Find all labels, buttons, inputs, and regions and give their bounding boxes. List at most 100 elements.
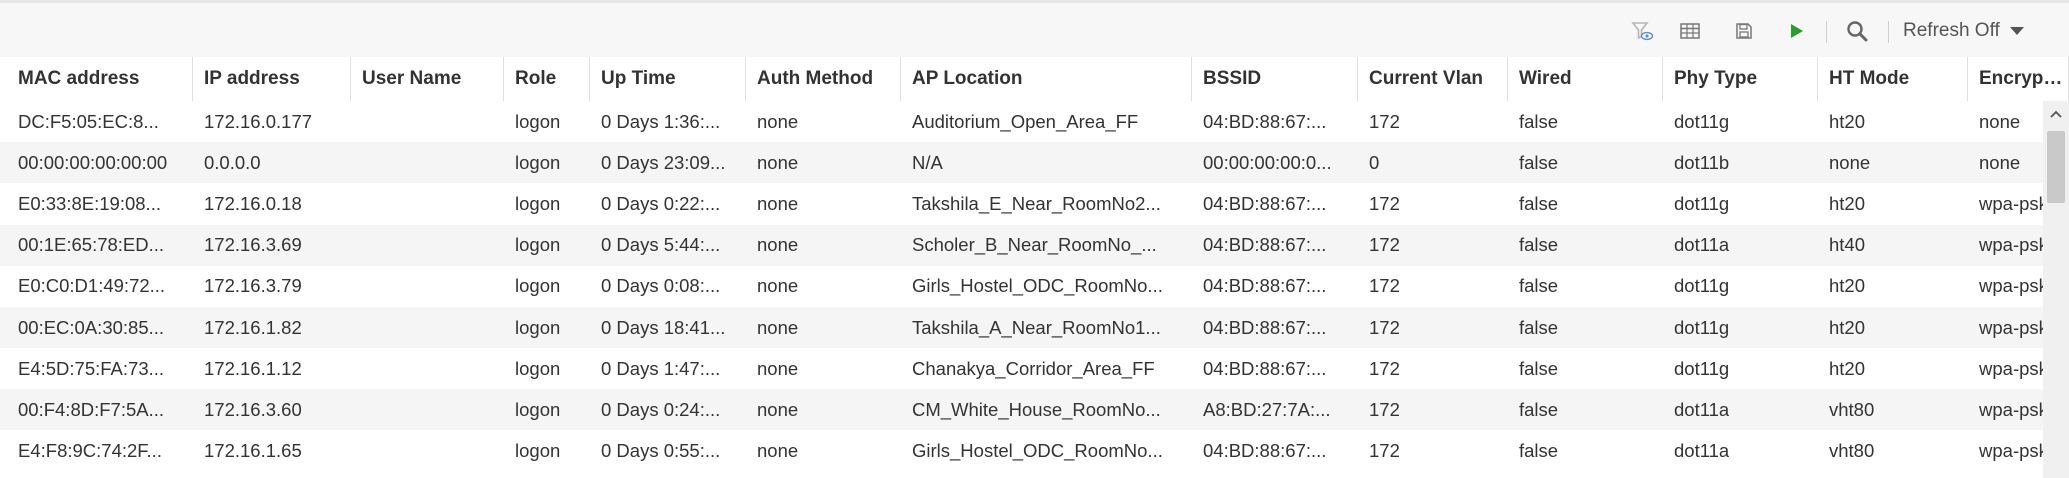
- cell-wired: false: [1508, 431, 1663, 472]
- column-header-label: Auth Method: [757, 68, 874, 89]
- cell-phy-type: dot11g: [1663, 183, 1818, 224]
- cell-value: dot11g: [1674, 192, 1730, 214]
- cell-mac-address: E4:F8:9C:74:2F...: [7, 431, 193, 472]
- cell-value: 172.16.0.18: [204, 192, 302, 214]
- search-icon[interactable]: [1843, 17, 1871, 45]
- cell-wired: false: [1508, 348, 1663, 389]
- table-row[interactable]: 00:F4:8D:F7:5A... 172.16.3.60 logon 0 Days …: [0, 389, 2069, 431]
- cell-bssid: 04:BD:88:67:...: [1192, 266, 1358, 307]
- column-header-current-vlan[interactable]: Current Vlan: [1358, 57, 1508, 101]
- column-header-auth-method[interactable]: Auth Method: [746, 57, 901, 101]
- cell-value: N/A: [912, 151, 943, 173]
- cell-ap-location: Chanakya_Corridor_Area_FF: [901, 348, 1192, 389]
- table-row[interactable]: E4:5D:75:FA:73... 172.16.1.12 logon 0 Days …: [0, 348, 2069, 390]
- scrollbar-thumb[interactable]: [2047, 131, 2065, 203]
- cell-value: Auditorium_Open_Area_FF: [912, 110, 1139, 132]
- column-header-label: HT Mode: [1829, 68, 1910, 89]
- vertical-scrollbar[interactable]: [2043, 101, 2069, 478]
- column-header-bssid[interactable]: BSSID: [1192, 57, 1358, 101]
- cell-ap-location: Auditorium_Open_Area_FF: [901, 101, 1192, 142]
- column-header-ip-address[interactable]: IP address: [193, 57, 351, 101]
- scroll-up-icon[interactable]: [2043, 101, 2069, 127]
- cell-ip-address: 172.16.0.177: [193, 101, 351, 142]
- chevron-down-icon: [2009, 27, 2024, 35]
- filter-visibility-icon[interactable]: [1628, 17, 1656, 45]
- cell-value: 00:00:00:00:0...: [1203, 151, 1332, 173]
- column-header-ap-location[interactable]: AP Location: [901, 57, 1192, 101]
- cell-current-vlan: 172: [1358, 389, 1508, 430]
- cell-value: ht20: [1829, 192, 1866, 214]
- table-row[interactable]: DC:F5:05:EC:8... 172.16.0.177 logon 0 Days …: [0, 101, 2069, 142]
- column-header-label: MAC address: [18, 68, 140, 89]
- column-header-encryption[interactable]: Encryption: [1968, 57, 2069, 101]
- cell-user-name: [351, 266, 504, 307]
- column-header-user-name[interactable]: User Name: [351, 57, 504, 101]
- column-header-label: AP Location: [912, 68, 1023, 89]
- cell-user-name: [351, 225, 504, 266]
- cell-value: logon: [515, 110, 561, 132]
- cell-value: none: [757, 110, 799, 132]
- cell-user-name: [351, 142, 504, 183]
- cell-phy-type: dot11g: [1663, 266, 1818, 307]
- cell-up-time: 0 Days 0:08:...: [590, 266, 746, 307]
- cell-value: E0:C0:D1:49:72...: [18, 275, 166, 297]
- cell-value: false: [1519, 275, 1559, 297]
- table-row[interactable]: 00:EC:0A:30:85... 172.16.1.82 logon 0 Days …: [0, 307, 2069, 348]
- cell-value: dot11g: [1674, 357, 1730, 379]
- cell-phy-type: dot11a: [1663, 431, 1818, 472]
- cell-value: logon: [515, 275, 561, 297]
- cell-mac-address: E0:33:8E:19:08...: [7, 183, 193, 224]
- column-header-label: User Name: [362, 68, 462, 89]
- cell-current-vlan: 172: [1358, 225, 1508, 266]
- cell-bssid: 04:BD:88:67:...: [1192, 307, 1358, 348]
- cell-mac-address: E0:C0:D1:49:72...: [7, 266, 193, 307]
- cell-value: 0 Days 0:08:...: [601, 275, 721, 297]
- column-header-role[interactable]: Role: [504, 57, 590, 101]
- cell-mac-address: 00:F4:8D:F7:5A...: [7, 389, 193, 430]
- cell-value: 172.16.1.65: [204, 440, 302, 462]
- cell-value: wpa-psk: [1979, 316, 2048, 338]
- cell-phy-type: dot11g: [1663, 307, 1818, 348]
- cell-ap-location: Scholer_B_Near_RoomNo_...: [901, 225, 1192, 266]
- table-row[interactable]: E4:F8:9C:74:2F... 172.16.1.65 logon 0 Days …: [0, 430, 2069, 472]
- column-header-up-time[interactable]: Up Time: [590, 57, 746, 101]
- cell-value: Girls_Hostel_ODC_RoomNo...: [912, 440, 1163, 462]
- cell-value: vht80: [1829, 440, 1875, 462]
- cell-value: 172: [1369, 398, 1400, 420]
- cell-value: 172: [1369, 357, 1400, 379]
- columns-grid-icon[interactable]: [1676, 17, 1704, 45]
- cell-phy-type: dot11a: [1663, 389, 1818, 430]
- cell-role: logon: [504, 266, 590, 307]
- cell-wired: false: [1508, 266, 1663, 307]
- cell-value: 172.16.1.82: [204, 316, 302, 338]
- cell-value: 04:BD:88:67:...: [1203, 357, 1327, 379]
- save-disk-icon[interactable]: [1730, 17, 1758, 45]
- cell-ht-mode: vht80: [1818, 389, 1968, 430]
- cell-value: logon: [515, 398, 561, 420]
- table-row[interactable]: E0:C0:D1:49:72... 172.16.3.79 logon 0 Days …: [0, 265, 2069, 307]
- column-header-mac-address[interactable]: MAC address: [7, 57, 193, 101]
- table-row[interactable]: 00:00:00:00:00:00 0.0.0.0 logon 0 Days 23:0…: [0, 142, 2069, 184]
- cell-ht-mode: ht40: [1818, 225, 1968, 266]
- cell-value: dot11a: [1674, 234, 1730, 256]
- cell-ip-address: 172.16.1.12: [193, 348, 351, 389]
- column-header-ht-mode[interactable]: HT Mode: [1818, 57, 1968, 101]
- cell-value: 04:BD:88:67:...: [1203, 440, 1327, 462]
- column-header-label: Wired: [1519, 68, 1572, 89]
- cell-value: wpa-psk: [1979, 398, 2048, 420]
- cell-ht-mode: none: [1818, 142, 1968, 183]
- cell-value: ht20: [1829, 316, 1866, 338]
- cell-auth-method: none: [746, 266, 901, 307]
- table-row[interactable]: E0:33:8E:19:08... 172.16.0.18 logon 0 Days …: [0, 183, 2069, 225]
- table-row[interactable]: 00:1E:65:78:ED... 172.16.3.69 logon 0 Days …: [0, 224, 2069, 266]
- cell-value: false: [1519, 357, 1559, 379]
- cell-value: 0 Days 5:44:...: [601, 234, 721, 256]
- cell-bssid: 04:BD:88:67:...: [1192, 225, 1358, 266]
- column-header-phy-type[interactable]: Phy Type: [1663, 57, 1818, 101]
- cell-value: none: [1979, 110, 2021, 132]
- refresh-dropdown[interactable]: Refresh Off: [1903, 17, 2024, 45]
- play-icon[interactable]: [1782, 17, 1810, 45]
- cell-value: 172.16.3.69: [204, 234, 302, 256]
- cell-wired: false: [1508, 225, 1663, 266]
- column-header-wired[interactable]: Wired: [1508, 57, 1663, 101]
